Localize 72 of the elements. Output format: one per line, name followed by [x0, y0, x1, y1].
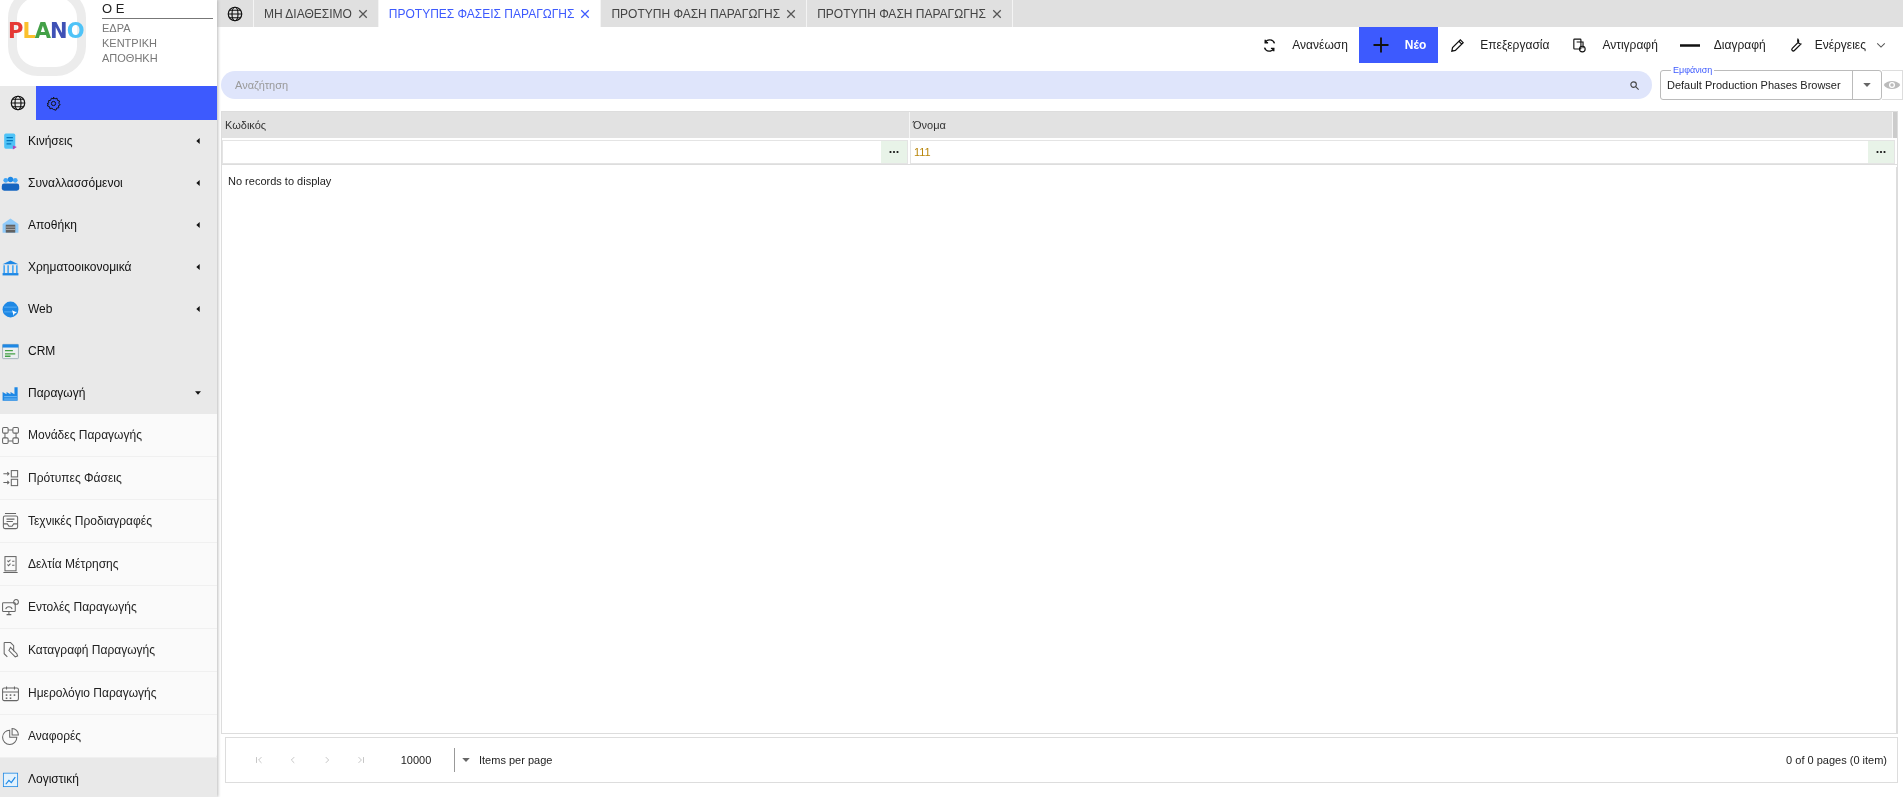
- branch-text: ΕΔΡΑ: [102, 21, 132, 36]
- filter-menu-button[interactable]: [881, 141, 907, 163]
- monitor-icon: [1, 597, 20, 617]
- branch-text: ΑΠΟΘΗΚΗ: [102, 51, 159, 66]
- submenu-item[interactable]: Αναφορές: [0, 715, 217, 758]
- pie-chart-icon: [1, 726, 20, 746]
- filter-field[interactable]: [222, 140, 908, 164]
- submenu-item[interactable]: Εντολές Παραγωγής: [0, 586, 217, 629]
- toolbar-button[interactable]: Ανανέωση: [1250, 27, 1359, 63]
- submenu-item[interactable]: Πρότυπες Φάσεις: [0, 457, 217, 500]
- filter-menu-button[interactable]: [1868, 141, 1894, 163]
- close-icon[interactable]: [786, 8, 797, 19]
- close-icon[interactable]: [357, 8, 368, 19]
- columns-icon: [1, 257, 20, 277]
- caret-down-icon: [1862, 80, 1872, 90]
- menu-item[interactable]: Παραγωγή: [0, 372, 217, 414]
- submenu-item[interactable]: Τεχνικές Προδιαγραφές: [0, 500, 217, 543]
- menu-item[interactable]: Κινήσεις: [0, 120, 217, 162]
- globe-icon: [1, 299, 20, 319]
- search-field[interactable]: Αναζήτηση: [221, 71, 1652, 99]
- logo: PLANO: [8, 19, 84, 43]
- branch-text: ΚΕΝΤΡΙΚΗ: [102, 36, 158, 51]
- pencil-icon: [1449, 36, 1467, 54]
- close-icon[interactable]: [991, 8, 1002, 19]
- globe-icon[interactable]: [9, 94, 27, 112]
- tab[interactable]: ΠΡΟΤΥΠΕΣ ΦΑΣΕΙΣ ΠΑΡΑΓΩΓΗΣ: [378, 0, 602, 27]
- tab[interactable]: ΠΡΟΤΥΠΗ ΦΑΣΗ ΠΑΡΑΓΩΓΗΣ: [601, 0, 808, 27]
- menu-item[interactable]: Web: [0, 288, 217, 330]
- menu-item[interactable]: Λογιστική: [0, 758, 217, 797]
- close-icon[interactable]: [580, 8, 591, 19]
- tab[interactable]: ΜΗ ΔΙΑΘΕΣΙΜΟ: [254, 0, 379, 27]
- tray-icon: [1, 511, 20, 531]
- menu-item[interactable]: Συναλλασσόμενοι: [0, 162, 217, 204]
- empty-message: No records to display: [228, 175, 332, 187]
- minus-icon: [1679, 43, 1700, 47]
- column-header[interactable]: Όνομα: [910, 112, 1893, 138]
- submenu-item[interactable]: Ημερολόγιο Παραγωγής: [0, 672, 217, 715]
- warehouse-icon: [1, 215, 20, 235]
- nodes-icon: [1, 425, 20, 445]
- view-value: Default Production Phases Browser: [1666, 79, 1842, 91]
- arrows-box-icon: [1, 468, 20, 488]
- submenu-item[interactable]: Καταγραφή Παραγωγής: [0, 629, 217, 672]
- toolbar-button[interactable]: Διαγραφή: [1668, 27, 1777, 63]
- chevron-down-icon: [1876, 40, 1886, 50]
- toolbar-button[interactable]: Επεξεργασία: [1438, 27, 1561, 63]
- view-label: Εμφάνιση: [1671, 65, 1715, 75]
- page-size-value[interactable]: 10000: [378, 754, 454, 766]
- submenu-item[interactable]: Δελτία Μέτρησης: [0, 543, 217, 586]
- caret-down-icon[interactable]: [461, 755, 471, 765]
- search-icon: [1629, 80, 1640, 91]
- tab[interactable]: ΠΡΟΤΥΠΗ ΦΑΣΗ ΠΑΡΑΓΩΓΗΣ: [807, 0, 1013, 27]
- company-name: Ο Ε: [102, 1, 213, 19]
- checklist-icon: [1, 554, 20, 574]
- globe-icon[interactable]: [226, 4, 244, 23]
- previous-page-icon[interactable]: [288, 755, 298, 765]
- page-info: 0 of 0 pages (0 item): [1786, 754, 1887, 766]
- toolbar-button[interactable]: Αντιγραφή: [1560, 27, 1669, 63]
- menu-item[interactable]: CRM: [0, 330, 217, 372]
- page-size-label: Items per page: [479, 754, 554, 766]
- submenu-item[interactable]: Μονάδες Παραγωγής: [0, 414, 217, 457]
- column-header[interactable]: Κωδικός: [222, 112, 910, 138]
- toolbar-button[interactable]: Ενέργειες: [1776, 27, 1897, 63]
- toolbar-button[interactable]: Νέο: [1358, 27, 1439, 63]
- next-page-icon[interactable]: [322, 755, 332, 765]
- settings-icon[interactable]: [45, 94, 62, 112]
- copy-icon: [1571, 36, 1589, 54]
- last-page-icon[interactable]: [356, 755, 366, 765]
- page-pen-icon: [1, 640, 20, 660]
- menu-item[interactable]: Αποθήκη: [0, 204, 217, 246]
- first-page-icon[interactable]: [254, 755, 264, 765]
- calendar-icon: [1, 683, 20, 703]
- menu-item[interactable]: Χρηματοοικονομικά: [0, 246, 217, 288]
